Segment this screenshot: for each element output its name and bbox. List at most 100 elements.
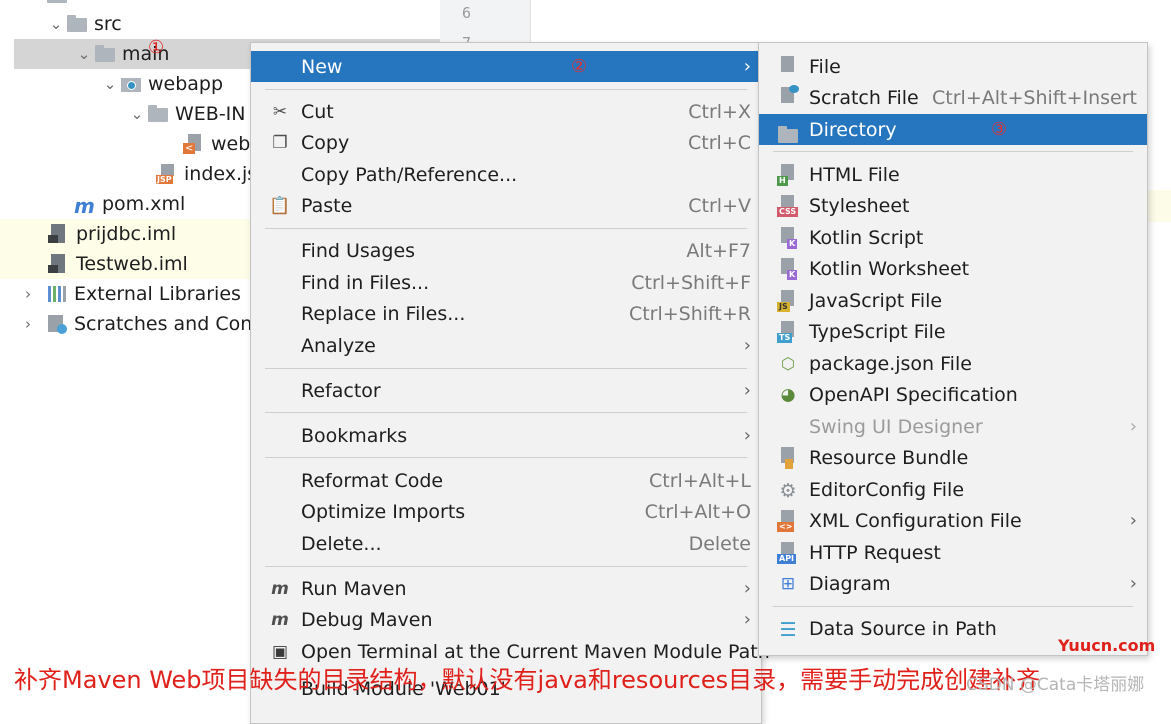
maven-debug-icon: m <box>271 609 289 630</box>
menu-item-label: Data Source in Path <box>809 617 997 640</box>
menu-item-label: package.json File <box>809 352 972 375</box>
menu-item-run-maven[interactable]: m Run Maven › <box>251 573 761 604</box>
line-number: 6 <box>462 4 472 22</box>
menu-separator <box>265 368 747 369</box>
chevron-right-icon: › <box>743 578 751 599</box>
chevron-right-icon[interactable]: › <box>18 315 38 333</box>
menu-item-stylesheet[interactable]: CSS Stylesheet <box>759 190 1147 221</box>
chevron-down-icon[interactable]: ⌄ <box>46 15 66 33</box>
maven-run-icon: m <box>271 578 289 599</box>
menu-item-label: XML Configuration File <box>809 509 1022 532</box>
menu-item-label: Delete... <box>301 532 382 555</box>
chevron-right-icon[interactable]: › <box>18 285 38 303</box>
gear-icon: ⚙ <box>779 479 797 502</box>
menu-item-shortcut: Ctrl+Alt+O <box>644 500 751 523</box>
menu-item-optimize-imports[interactable]: Optimize Imports Ctrl+Alt+O <box>251 496 761 527</box>
scratches-icon <box>46 314 68 334</box>
menu-item-label: Replace in Files... <box>301 302 466 325</box>
menu-item-http-request[interactable]: API HTTP Request <box>759 537 1147 568</box>
menu-item-label: Kotlin Worksheet <box>809 257 970 280</box>
menu-separator <box>265 566 747 567</box>
menu-item-label: Cut <box>301 100 334 123</box>
menu-item-find-usages[interactable]: Find Usages Alt+F7 <box>251 235 761 266</box>
nodejs-icon: ⬡ <box>781 353 795 373</box>
menu-item-label: Stylesheet <box>809 194 910 217</box>
chevron-down-icon[interactable]: ⌄ <box>74 45 94 63</box>
menu-item-label: File <box>809 55 841 78</box>
menu-item-label: HTML File <box>809 163 900 186</box>
menu-separator <box>265 412 747 413</box>
menu-item-cut[interactable]: ✂ Cut Ctrl+X <box>251 96 761 127</box>
menu-item-label: Directory <box>809 118 897 141</box>
clipboard-icon: 📋 <box>269 195 291 216</box>
menu-item-swing-ui-designer[interactable]: Swing UI Designer › <box>759 411 1147 442</box>
menu-item-html-file[interactable]: H HTML File <box>759 159 1147 190</box>
html-file-icon: H <box>777 163 799 186</box>
menu-item-bookmarks[interactable]: Bookmarks › <box>251 420 761 451</box>
menu-item-paste[interactable]: 📋 Paste Ctrl+V <box>251 190 761 221</box>
watermark-csdn: CSDN @Cata卡塔丽娜 <box>966 675 1145 695</box>
menu-item-shortcut: Ctrl+Alt+L <box>649 469 751 492</box>
menu-item-copy[interactable]: ❐ Copy Ctrl+C <box>251 127 761 158</box>
tree-row-src[interactable]: ⌄ src <box>0 9 445 39</box>
chevron-down-icon[interactable]: ⌄ <box>100 75 120 93</box>
menu-separator <box>265 457 747 458</box>
chevron-right-icon: › <box>743 380 751 401</box>
chevron-right-icon: › <box>743 335 751 356</box>
folder-icon <box>147 104 169 124</box>
menu-item-delete[interactable]: Delete... Delete <box>251 528 761 559</box>
menu-item-diagram[interactable]: ⊞ Diagram › <box>759 568 1147 599</box>
menu-separator <box>773 606 1133 607</box>
menu-item-openapi[interactable]: ◕ OpenAPI Specification <box>759 379 1147 410</box>
scissors-icon: ✂ <box>272 101 288 122</box>
chevron-right-icon: › <box>1129 510 1137 531</box>
typescript-file-icon: TS <box>777 320 799 343</box>
menu-separator <box>265 89 747 90</box>
menu-item-typescript-file[interactable]: TS TypeScript File <box>759 316 1147 347</box>
menu-item-xml-configuration[interactable]: <> XML Configuration File › <box>759 505 1147 536</box>
folder-icon <box>94 44 116 64</box>
folder-icon <box>66 14 88 34</box>
menu-item-javascript-file[interactable]: JS JavaScript File <box>759 285 1147 316</box>
menu-item-label: Resource Bundle <box>809 446 969 469</box>
menu-item-kotlin-script[interactable]: K Kotlin Script <box>759 222 1147 253</box>
menu-item-reformat-code[interactable]: Reformat Code Ctrl+Alt+L <box>251 465 761 496</box>
menu-item-editorconfig[interactable]: ⚙ EditorConfig File <box>759 474 1147 505</box>
context-menu: New ② › ✂ Cut Ctrl+X ❐ Copy Ctrl+C Copy … <box>250 42 770 724</box>
menu-item-replace-in-files[interactable]: Replace in Files... Ctrl+Shift+R <box>251 298 761 329</box>
menu-item-resource-bundle[interactable]: Resource Bundle <box>759 442 1147 473</box>
tree-item-label: pom.xml <box>102 193 186 215</box>
menu-item-shortcut: Ctrl+X <box>688 100 751 123</box>
annotation-marker-1: ① <box>148 37 165 58</box>
menu-item-shortcut: Delete <box>688 532 751 555</box>
chevron-right-icon: › <box>743 425 751 446</box>
menu-item-shortcut: Ctrl+V <box>688 194 751 217</box>
annotation-marker-2: ② <box>571 56 588 77</box>
menu-item-scratch-file[interactable]: Scratch File Ctrl+Alt+Shift+Insert <box>759 82 1147 113</box>
tree-item-label: webapp <box>148 73 224 95</box>
menu-item-label: OpenAPI Specification <box>809 383 1018 406</box>
chevron-down-icon[interactable]: ⌄ <box>127 105 147 123</box>
menu-item-refactor[interactable]: Refactor › <box>251 375 761 406</box>
menu-item-file[interactable]: File <box>759 51 1147 82</box>
menu-item-label: Debug Maven <box>301 608 433 631</box>
menu-item-label: Diagram <box>809 572 891 595</box>
menu-item-shortcut: Ctrl+C <box>688 131 751 154</box>
kotlin-script-icon: K <box>777 226 799 249</box>
menu-item-analyze[interactable]: Analyze › <box>251 330 761 361</box>
menu-item-debug-maven[interactable]: m Debug Maven › <box>251 604 761 635</box>
menu-item-label: Swing UI Designer <box>809 415 983 438</box>
chevron-right-icon: › <box>1129 573 1137 594</box>
menu-item-kotlin-worksheet[interactable]: K Kotlin Worksheet <box>759 253 1147 284</box>
menu-item-package-json[interactable]: ⬡ package.json File <box>759 348 1147 379</box>
menu-item-label: Run Maven <box>301 577 407 600</box>
menu-item-label: Find in Files... <box>301 271 430 294</box>
menu-item-new[interactable]: New ② › <box>251 51 761 82</box>
library-icon <box>46 284 68 304</box>
scratch-file-icon <box>777 84 799 109</box>
menu-item-find-in-files[interactable]: Find in Files... Ctrl+Shift+F <box>251 267 761 298</box>
menu-item-label: Copy <box>301 131 350 154</box>
menu-item-copy-path[interactable]: Copy Path/Reference... <box>251 159 761 190</box>
xml-file-icon <box>183 134 205 154</box>
menu-item-directory[interactable]: Directory ③ <box>759 114 1147 145</box>
